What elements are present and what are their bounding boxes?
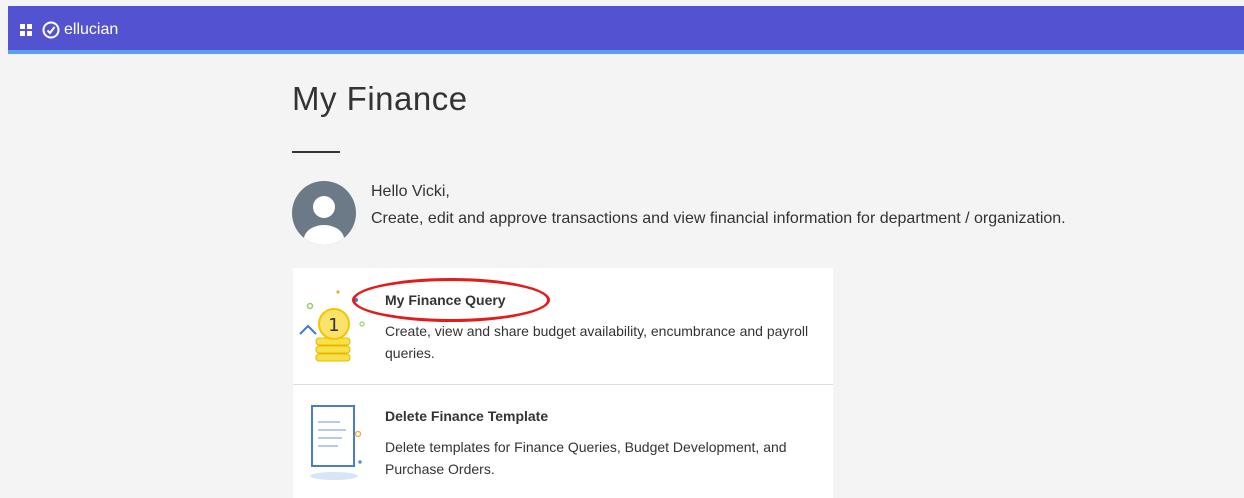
card-description: Delete templates for Finance Queries, Bu… xyxy=(385,439,787,477)
ellucian-logo-icon xyxy=(42,21,60,39)
coin-stack-icon: 1 xyxy=(299,290,365,362)
user-avatar-icon xyxy=(292,181,356,245)
svg-text:1: 1 xyxy=(328,315,339,336)
page-title: My Finance xyxy=(292,80,468,117)
finance-cards-list: 1 My Finance Query Create, view and shar… xyxy=(293,268,833,498)
apps-grid-icon[interactable] xyxy=(20,24,32,36)
greeting-text: Hello Vicki, xyxy=(371,183,450,200)
welcome-text: Create, edit and approve transactions an… xyxy=(371,210,1066,227)
card-description: Create, view and share budget availabili… xyxy=(385,323,809,361)
brand-name: ellucian xyxy=(64,21,119,38)
card-title[interactable]: My Finance Query xyxy=(385,292,506,308)
top-navigation-bar: ellucian xyxy=(8,6,1244,54)
document-template-icon xyxy=(310,405,362,480)
my-finance-query-card[interactable]: 1 My Finance Query Create, view and shar… xyxy=(293,268,833,385)
brand-logo[interactable]: ellucian xyxy=(42,19,118,41)
card-title[interactable]: Delete Finance Template xyxy=(385,408,548,424)
title-divider xyxy=(292,151,340,153)
delete-finance-template-card[interactable]: Delete Finance Template Delete templates… xyxy=(293,386,833,498)
